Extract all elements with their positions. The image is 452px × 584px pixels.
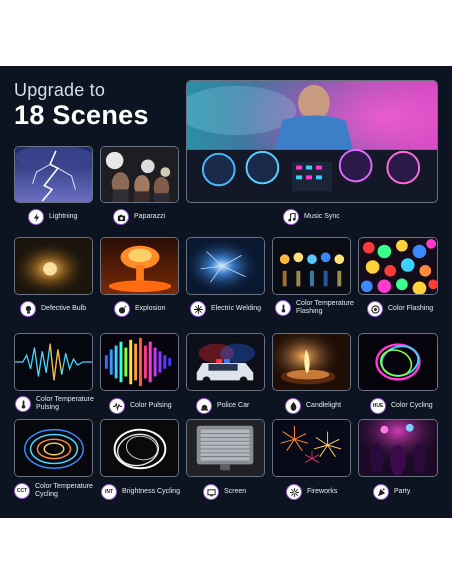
siren-icon: [196, 398, 212, 414]
scene-label: Police Car: [217, 402, 250, 409]
scene-image-color-temperature-cycling: [14, 419, 93, 477]
spark-icon: [190, 301, 206, 317]
hue-icon: HUE: [370, 398, 386, 414]
party-icon: [373, 484, 389, 500]
scene-label: Party: [394, 488, 411, 495]
scene-image-color-cycling: [358, 333, 438, 391]
bomb-icon: [114, 301, 130, 317]
camera-icon: [113, 209, 129, 225]
scene-item-lightning[interactable]: Lightning: [28, 209, 77, 225]
music-note-icon: [283, 209, 299, 225]
scene-label: Color Pulsing: [130, 402, 172, 409]
lightning-icon: [28, 209, 44, 225]
heading-line-2: 18 Scenes: [14, 100, 149, 130]
scene-label: Paparazzi: [134, 213, 166, 220]
scene-item-electric-welding[interactable]: Electric Welding: [190, 301, 261, 317]
scene-item-color-pulsing[interactable]: Color Pulsing: [109, 398, 172, 414]
scene-image-candlelight: [272, 333, 351, 391]
pulse-icon: [109, 398, 125, 414]
scene-image-color-flashing: [358, 237, 438, 295]
scene-image-color-pulsing: [100, 333, 179, 391]
scene-label: Color Temperature Pulsing: [36, 396, 94, 411]
scene-image-color-temperature-pulsing: [14, 333, 93, 391]
scene-image-lightning: [14, 146, 93, 203]
scene-label: Electric Welding: [211, 305, 262, 312]
scene-item-explosion[interactable]: Explosion: [114, 301, 165, 317]
scene-item-police-car[interactable]: Police Car: [196, 398, 249, 414]
scene-item-screen[interactable]: Screen: [203, 484, 246, 500]
scene-item-party[interactable]: Party: [373, 484, 410, 500]
int-icon: INT: [101, 484, 117, 500]
scene-label: Lightning: [49, 213, 78, 220]
thermometer-pulse-icon: [15, 396, 31, 412]
scene-item-defective-bulb[interactable]: Defective Bulb: [20, 301, 86, 317]
scene-image-party: [358, 419, 438, 477]
scene-item-color-cycling[interactable]: HUE Color Cycling: [370, 398, 433, 414]
scene-image-music-sync: [186, 80, 438, 203]
scene-item-paparazzi[interactable]: Paparazzi: [113, 209, 165, 225]
scene-label: Color Cycling: [391, 402, 433, 409]
thermometer-icon: [275, 300, 291, 316]
scene-image-screen: [186, 419, 265, 477]
flame-icon: [285, 398, 301, 414]
bulb-icon: [20, 301, 36, 317]
scene-image-explosion: [100, 237, 179, 295]
scene-item-candlelight[interactable]: Candlelight: [285, 398, 341, 414]
scene-label: Explosion: [135, 305, 166, 312]
scene-label: Candlelight: [306, 402, 342, 409]
scene-label: Color Temperature Cycling: [35, 483, 93, 498]
scene-item-brightness-cycling[interactable]: INT Brightness Cycling: [101, 484, 180, 500]
scene-image-electric-welding: [186, 237, 265, 295]
scene-image-fireworks: [272, 419, 351, 477]
scene-label: Defective Bulb: [41, 305, 87, 312]
scene-item-color-temperature-pulsing[interactable]: Color Temperature Pulsing: [15, 396, 100, 412]
screen-icon: [203, 484, 219, 500]
cct-icon: CCT: [14, 483, 30, 499]
scene-item-color-temperature-flashing[interactable]: Color Temperature Flashing: [275, 300, 355, 316]
scene-item-music-sync[interactable]: Music Sync: [283, 209, 340, 225]
scene-label: Screen: [224, 488, 247, 495]
scene-item-color-flashing[interactable]: Color Flashing: [367, 301, 433, 317]
scene-image-color-temperature-flashing: [272, 237, 351, 295]
scene-image-brightness-cycling: [100, 419, 179, 477]
heading-line-1: Upgrade to: [14, 80, 106, 100]
scene-image-police-car: [186, 333, 265, 391]
scene-image-defective-bulb: [14, 237, 93, 295]
scene-label: Color Temperature Flashing: [296, 300, 354, 315]
scene-image-paparazzi: [100, 146, 179, 203]
scene-label: Color Flashing: [388, 305, 434, 312]
scene-item-color-temperature-cycling[interactable]: CCT Color Temperature Cycling: [14, 483, 104, 499]
scene-label: Brightness Cycling: [122, 488, 180, 495]
flash-circle-icon: [367, 301, 383, 317]
firework-icon: [286, 484, 302, 500]
scene-item-fireworks[interactable]: Fireworks: [286, 484, 337, 500]
scene-label: Music Sync: [304, 213, 340, 220]
scene-label: Fireworks: [307, 488, 338, 495]
